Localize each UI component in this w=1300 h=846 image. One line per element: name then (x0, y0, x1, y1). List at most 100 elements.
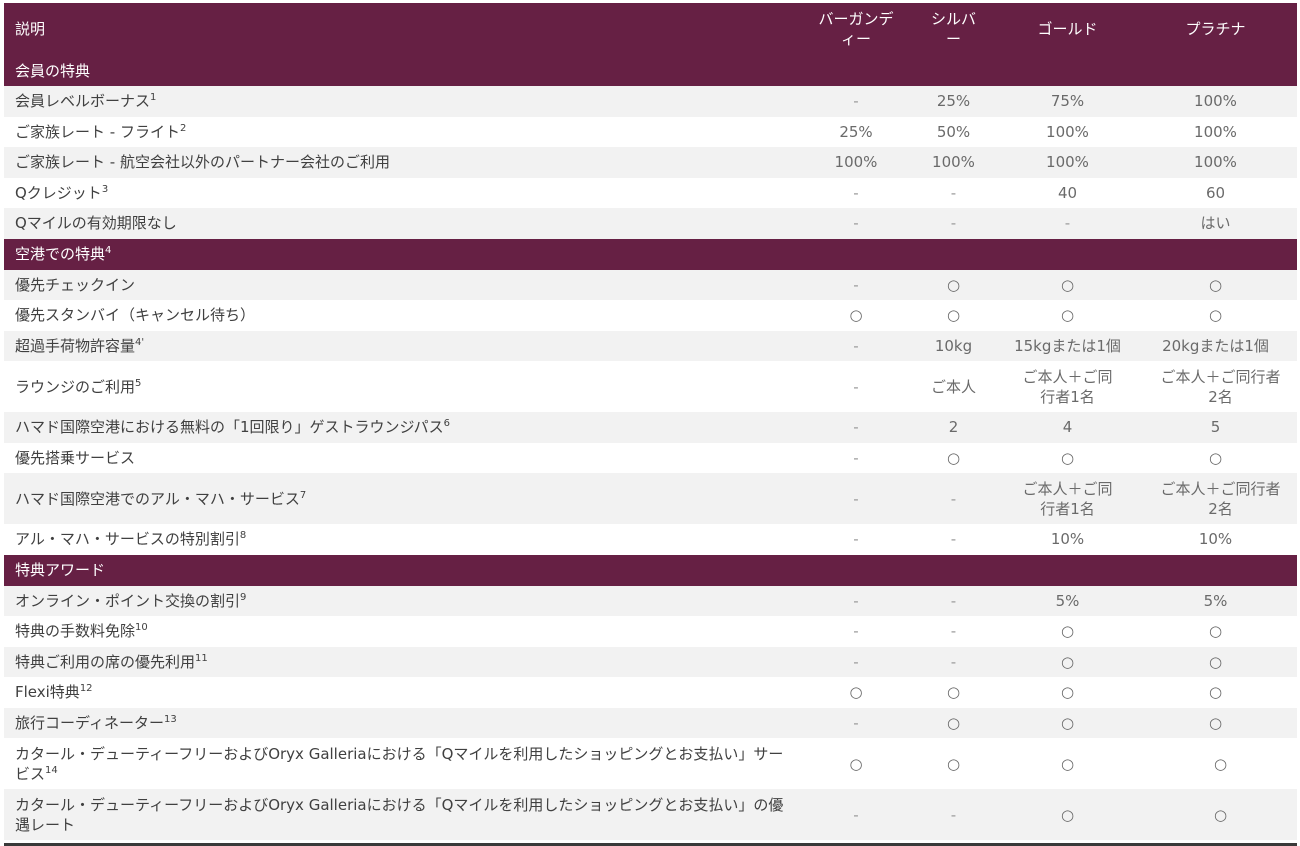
header-tier-gold: ゴールド (1001, 3, 1134, 55)
value-cell-burgundy: - (806, 269, 906, 300)
benefit-label: 旅行コーディネーター (15, 713, 164, 732)
value-cell-gold: 40 (1001, 177, 1134, 208)
table-row: 特典の手数料免除10- - ○ ○ (4, 616, 1297, 647)
footnote-marker: 12 (79, 683, 93, 695)
value-cell-burgundy: - (806, 789, 906, 840)
value-cell-platinum: ○ (1134, 442, 1297, 473)
value-cell-gold: 100% (1001, 147, 1134, 178)
table-row: 超過手荷物許容量4' -10kg 15kgまたは1個 20kgまたは1個 (4, 330, 1297, 361)
value-cell-gold: ○ (1001, 269, 1134, 300)
value-cell-silver: 10kg (906, 330, 1001, 361)
value-cell-gold: ○ (1001, 677, 1134, 708)
benefit-label: 超過手荷物許容量 (15, 336, 136, 355)
benefit-description-cell: 優先チェックイン (4, 269, 806, 300)
header-description: 説明 (4, 3, 806, 55)
value-cell-platinum: ご本人＋ご同行者2名 (1134, 361, 1297, 412)
footnote-marker: 10 (135, 622, 148, 634)
value-cell-silver: ○ (906, 677, 1001, 708)
value-cell-gold: 10% (1001, 524, 1134, 555)
value-cell-burgundy: 25% (806, 116, 906, 147)
section-header-row: 特典アワード (4, 554, 1297, 586)
value-cell-gold: ○ (1001, 300, 1134, 331)
table-row: Qクレジット3- -40 60 (4, 177, 1297, 208)
value-cell-silver: ご本人 (906, 361, 1001, 412)
value-cell-silver: ○ (906, 442, 1001, 473)
value-cell-gold: ご本人＋ご同行者1名 (1001, 361, 1134, 412)
table-row: 会員レベルボーナス1-25% 75% 100% (4, 86, 1297, 117)
value-cell-platinum: 100% (1134, 147, 1297, 178)
benefit-label: Flexi特典 (15, 683, 80, 702)
value-cell-burgundy: - (806, 177, 906, 208)
value-cell-silver: - (906, 177, 1001, 208)
value-cell-silver: 2 (906, 412, 1001, 443)
benefit-label: ご家族レート - 航空会社以外のパートナー会社のご利用 (15, 153, 390, 172)
table-row: オンライン・ポイント交換の割引9- -5% 5% (4, 585, 1297, 616)
value-cell-silver: ○ (906, 738, 1001, 789)
header-tier-platinum: プラチナ (1134, 3, 1297, 55)
benefit-description-cell: 会員レベルボーナス1 (4, 86, 806, 117)
footnote-marker: 4' (135, 336, 145, 348)
benefit-description-cell: ラウンジのご利用5 (4, 361, 806, 412)
value-cell-burgundy: - (806, 330, 906, 361)
benefit-label: ハマド国際空港における無料の「1回限り」ゲストラウンジパス (15, 418, 444, 437)
value-cell-platinum: 5% (1134, 585, 1297, 616)
benefit-description-cell: Qクレジット3 (4, 177, 806, 208)
benefit-description-cell: ご家族レート - 航空会社以外のパートナー会社のご利用 (4, 147, 806, 178)
value-cell-silver: 100% (906, 147, 1001, 178)
table-row: ご家族レート - 航空会社以外のパートナー会社のご利用 100% 100% 100% 1… (4, 147, 1297, 178)
value-cell-burgundy: - (806, 412, 906, 443)
value-cell-burgundy: - (806, 361, 906, 412)
value-cell-burgundy: - (806, 616, 906, 647)
value-cell-gold: ○ (1001, 646, 1134, 677)
value-cell-platinum: ○ (1134, 616, 1297, 647)
value-cell-silver: 50% (906, 116, 1001, 147)
benefit-description-cell: ハマド国際空港でのアル・マハ・サービス7 (4, 473, 806, 524)
benefit-description-cell: 優先搭乗サービス (4, 442, 806, 473)
section-header-row: 会員の特典 (4, 55, 1297, 86)
value-cell-burgundy: - (806, 86, 906, 117)
value-cell-platinum: ○ (1134, 789, 1297, 840)
value-cell-gold: ○ (1001, 442, 1134, 473)
benefit-description-cell: Qマイルの有効期限なし (4, 208, 806, 239)
section-title-cell: 空港での特典4 (4, 238, 1297, 270)
value-cell-gold: - (1001, 208, 1134, 239)
footnote-marker: 9 (240, 591, 247, 603)
value-cell-platinum: 60 (1134, 177, 1297, 208)
benefit-label: ご家族レート - フライト (15, 122, 180, 141)
value-cell-gold: ○ (1001, 707, 1134, 738)
value-cell-burgundy: 100% (806, 147, 906, 178)
benefit-label: カタール・デューティーフリーおよびOryx Galleriaにおける「Qマイルを… (15, 795, 784, 834)
table-row: ハマド国際空港における無料の「1回限り」ゲストラウンジパス6-2 4 5 (4, 412, 1297, 443)
footnote-marker: 6 (443, 418, 451, 430)
value-cell-gold: ご本人＋ご同行者1名 (1001, 473, 1134, 524)
value-cell-platinum: ○ (1134, 269, 1297, 300)
value-cell-silver: ○ (906, 269, 1001, 300)
benefit-description-cell: Flexi特典12 (4, 677, 806, 708)
value-cell-platinum: ○ (1134, 300, 1297, 331)
tier-benefits-table: 説明 バーガンディー シルバー ゴールド プラチナ 会員の特典 会員レベルボーナス… (4, 3, 1297, 840)
footnote-marker: 1 (150, 92, 157, 104)
table-row: 特典ご利用の席の優先利用11- - ○ ○ (4, 646, 1297, 677)
value-cell-platinum: ご本人＋ご同行者2名 (1134, 473, 1297, 524)
table-row: カタール・デューティーフリーおよびOryx Galleriaにおける「Qマイルを… (4, 738, 1297, 789)
value-cell-silver: - (906, 789, 1001, 840)
table-row: ハマド国際空港でのアル・マハ・サービス7- - ご本人＋ご同行者1名 ご本人＋ご同行者… (4, 473, 1297, 524)
value-cell-silver: ○ (906, 707, 1001, 738)
header-tier-burgundy: バーガンディー (806, 3, 906, 55)
table-row: アル・マハ・サービスの特別割引8- -10% 10% (4, 524, 1297, 555)
benefit-description-cell: 特典の手数料免除10 (4, 616, 806, 647)
table-row: ご家族レート - フライト2 25% 50% 100% 100% (4, 116, 1297, 147)
benefit-description-cell: オンライン・ポイント交換の割引9 (4, 585, 806, 616)
table-row: 優先チェックイン - ○ ○ ○ (4, 269, 1297, 300)
section-title-cell: 特典アワード (4, 554, 1297, 586)
value-cell-silver: - (906, 616, 1001, 647)
value-cell-gold: 5% (1001, 585, 1134, 616)
section-title: 特典アワード (15, 561, 106, 579)
value-cell-platinum: ○ (1134, 677, 1297, 708)
footnote-marker: 14 (45, 764, 58, 776)
value-cell-gold: ○ (1001, 738, 1134, 789)
value-cell-burgundy: - (806, 707, 906, 738)
value-cell-silver: 25% (906, 86, 1001, 117)
value-cell-gold: ○ (1001, 789, 1134, 840)
benefit-description-cell: 特典ご利用の席の優先利用11 (4, 646, 806, 677)
